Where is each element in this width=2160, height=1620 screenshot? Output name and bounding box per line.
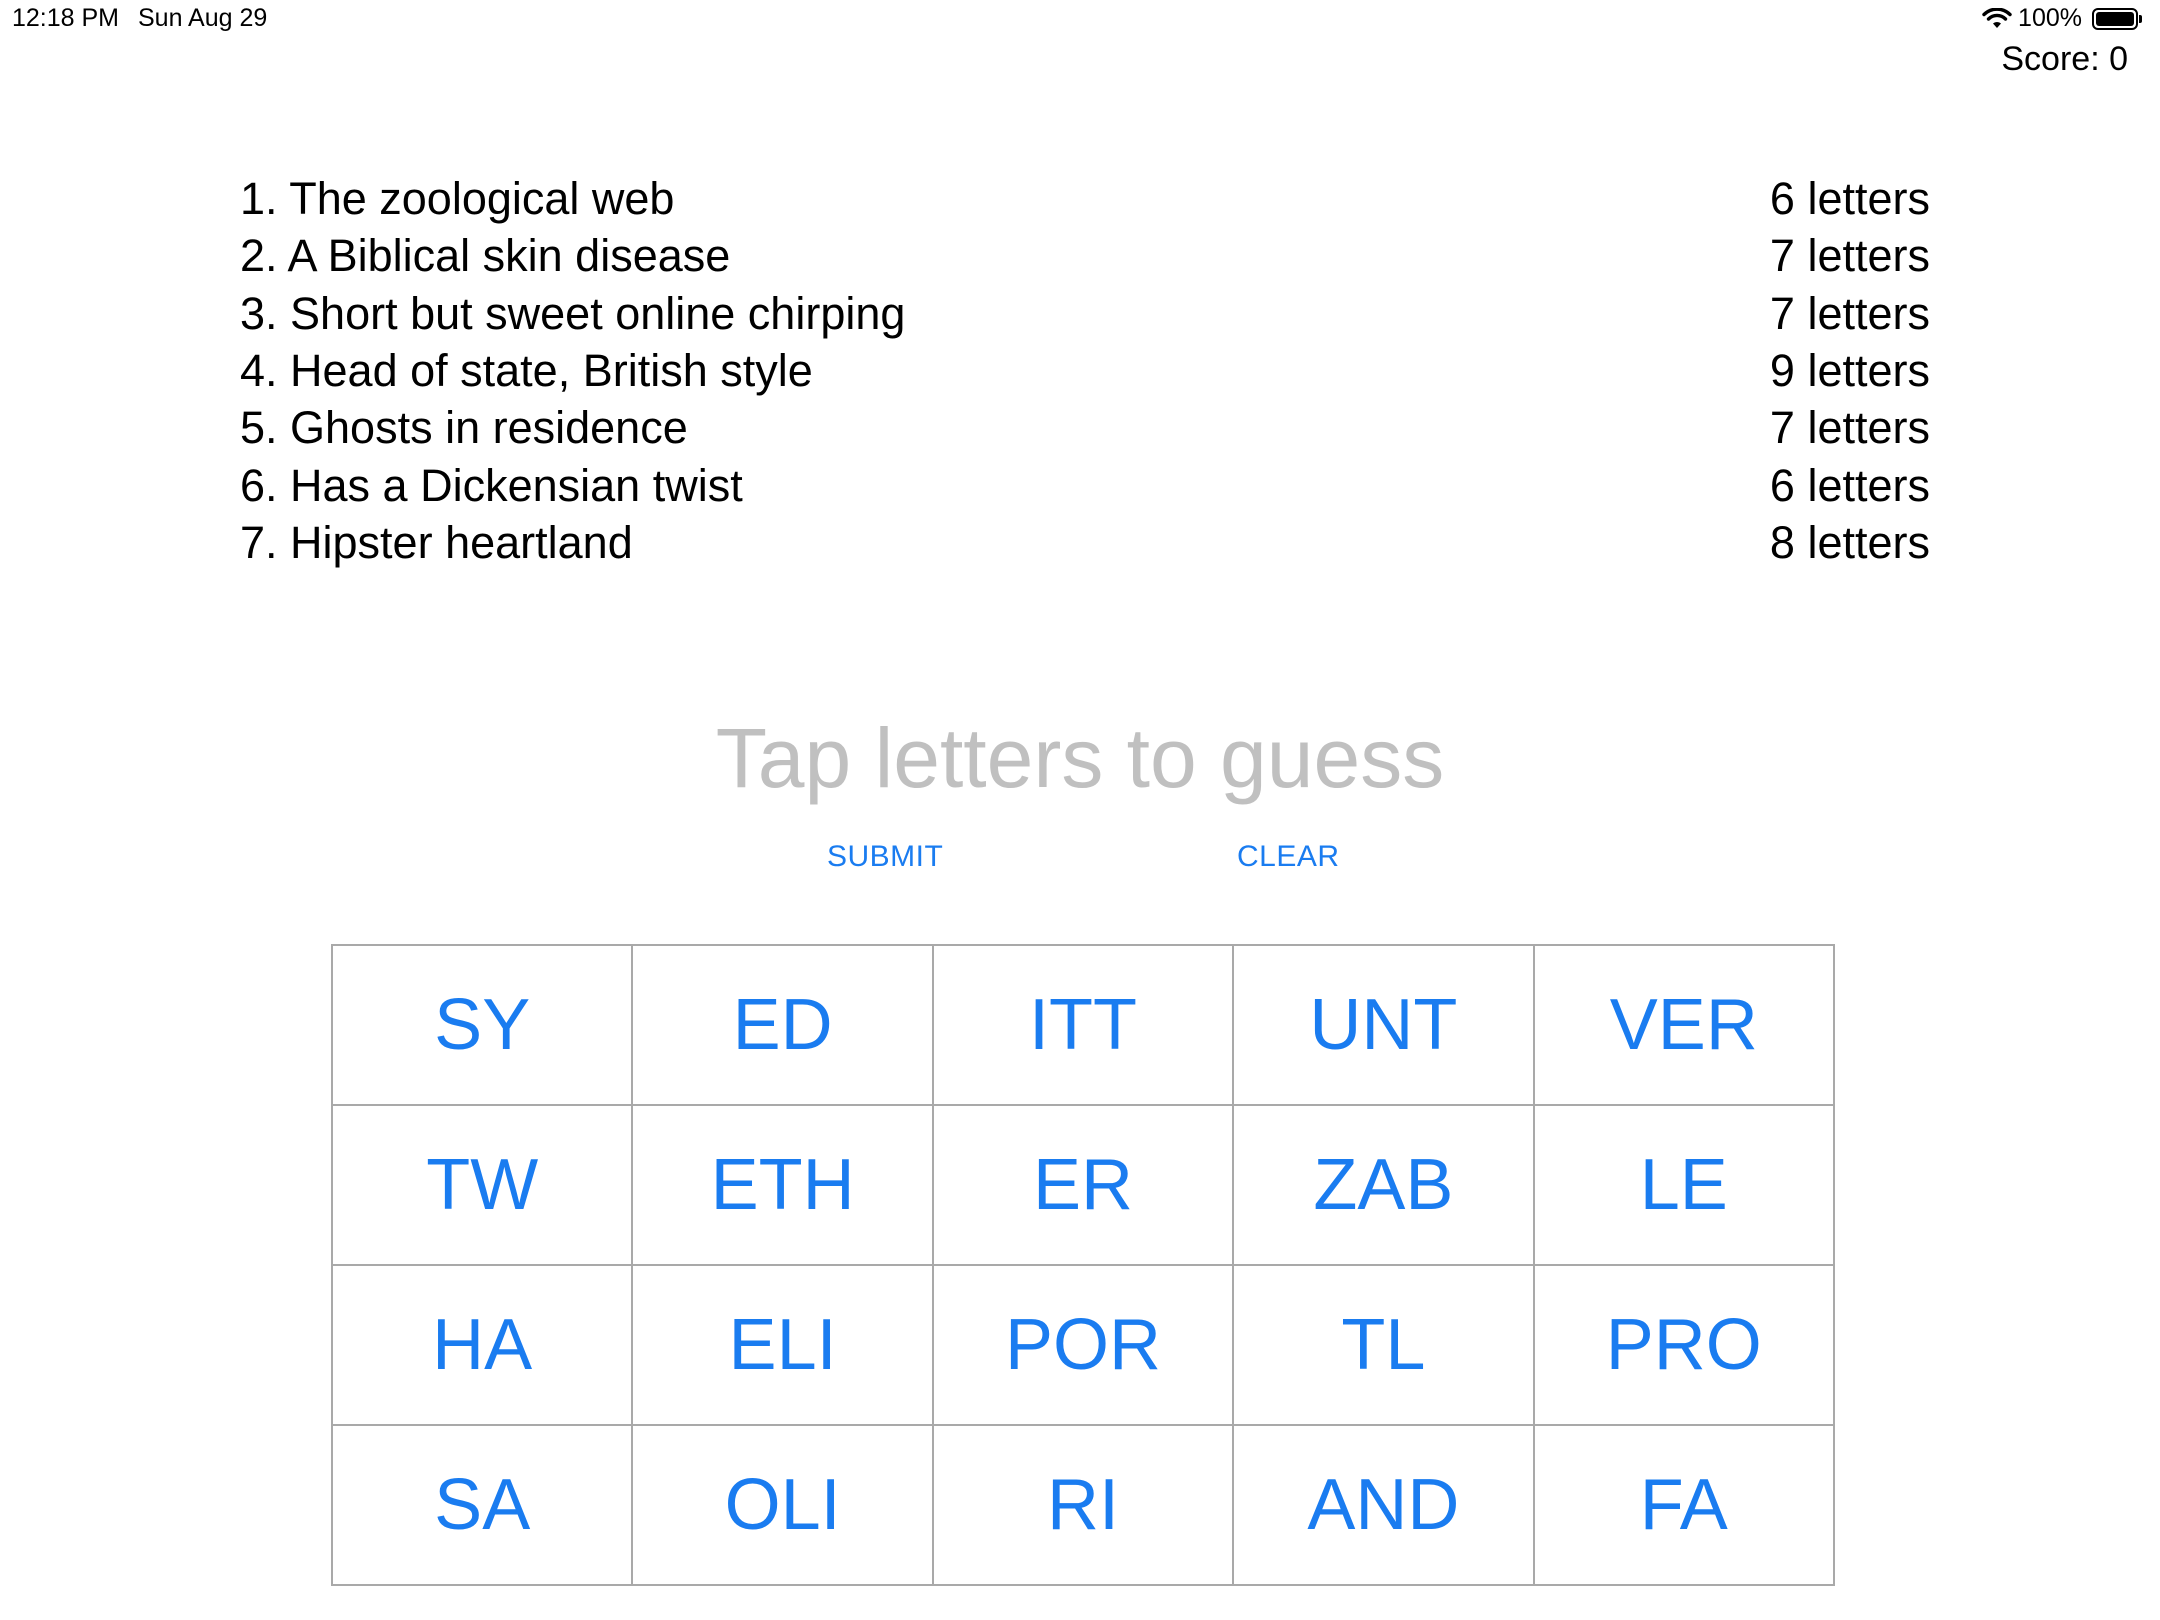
clue-text: 7. Hipster heartland — [240, 516, 633, 568]
battery-icon — [2092, 7, 2142, 30]
clue-row: 7. Hipster heartland 8 letters — [240, 514, 1930, 571]
letter-tile[interactable]: ED — [632, 945, 933, 1105]
clue-row: 3. Short but sweet online chirping 7 lett… — [240, 285, 1930, 342]
clue-row: 4. Head of state, British style 9 letters — [240, 342, 1930, 399]
clue-row: 1. The zoological web 6 letters — [240, 170, 1930, 227]
letter-tile[interactable]: SA — [332, 1425, 633, 1585]
clue-row: 2. A Biblical skin disease 7 letters — [240, 227, 1930, 284]
wifi-icon — [1982, 7, 2012, 30]
game-screen: 12:18 PM Sun Aug 29 100% Score: 0 1. The… — [0, 0, 2160, 1620]
clue-length: 6 letters — [1769, 173, 1930, 225]
letter-tile[interactable]: HA — [332, 1265, 633, 1425]
guess-display: Tap letters to guess — [715, 711, 1445, 805]
letter-tile[interactable]: OLI — [632, 1425, 933, 1585]
clue-length: 9 letters — [1769, 345, 1930, 397]
battery-cap — [2139, 14, 2142, 23]
letter-tile[interactable]: LE — [1533, 1105, 1834, 1265]
letter-tile[interactable]: TL — [1233, 1265, 1534, 1425]
status-indicators: 100% — [1982, 4, 2142, 33]
clue-length: 6 letters — [1769, 459, 1930, 511]
letter-tile[interactable]: ETH — [632, 1105, 933, 1265]
clue-row: 5. Ghosts in residence 7 letters — [240, 399, 1930, 456]
clue-text: 4. Head of state, British style — [240, 345, 813, 397]
clue-text: 5. Ghosts in residence — [240, 402, 688, 454]
clue-list: 1. The zoological web 6 letters 2. A Bibli… — [240, 170, 1930, 571]
letter-tile[interactable]: ZAB — [1233, 1105, 1534, 1265]
clue-text: 1. The zoological web — [240, 173, 675, 225]
letter-tile[interactable]: FA — [1533, 1425, 1834, 1585]
battery-fill — [2096, 11, 2134, 26]
letter-tile[interactable]: ER — [932, 1105, 1234, 1265]
submit-button[interactable]: SUBMIT — [827, 840, 943, 874]
clear-button[interactable]: CLEAR — [1237, 840, 1340, 874]
letter-tile-grid: SY ED ITT UNT VER TW ETH ER ZAB LE HA ELI POR TL PRO SA… — [331, 944, 1835, 1586]
clue-length: 7 letters — [1769, 402, 1930, 454]
letter-tile[interactable]: PRO — [1533, 1265, 1834, 1425]
clue-length: 7 letters — [1769, 230, 1930, 282]
clue-text: 2. A Biblical skin disease — [240, 230, 731, 282]
status-date: Sun Aug 29 — [138, 4, 268, 32]
letter-tile[interactable]: ITT — [932, 945, 1234, 1105]
clue-text: 3. Short but sweet online chirping — [240, 287, 906, 339]
letter-tile[interactable]: SY — [332, 945, 633, 1105]
clue-length: 7 letters — [1769, 287, 1930, 339]
clue-length: 8 letters — [1769, 516, 1930, 568]
letter-tile[interactable]: VER — [1533, 945, 1834, 1105]
battery-percentage: 100% — [2018, 4, 2082, 32]
clue-text: 6. Has a Dickensian twist — [240, 459, 743, 511]
letter-tile[interactable]: TW — [332, 1105, 633, 1265]
status-time: 12:18 PM — [12, 4, 120, 32]
letter-tile[interactable]: ELI — [632, 1265, 933, 1425]
letter-tile[interactable]: AND — [1233, 1425, 1534, 1585]
letter-tile[interactable]: POR — [932, 1265, 1234, 1425]
letter-tile[interactable]: UNT — [1233, 945, 1534, 1105]
clue-row: 6. Has a Dickensian twist 6 letters — [240, 456, 1930, 513]
letter-tile[interactable]: RI — [932, 1425, 1234, 1585]
score-label: Score: 0 — [2001, 40, 2128, 78]
